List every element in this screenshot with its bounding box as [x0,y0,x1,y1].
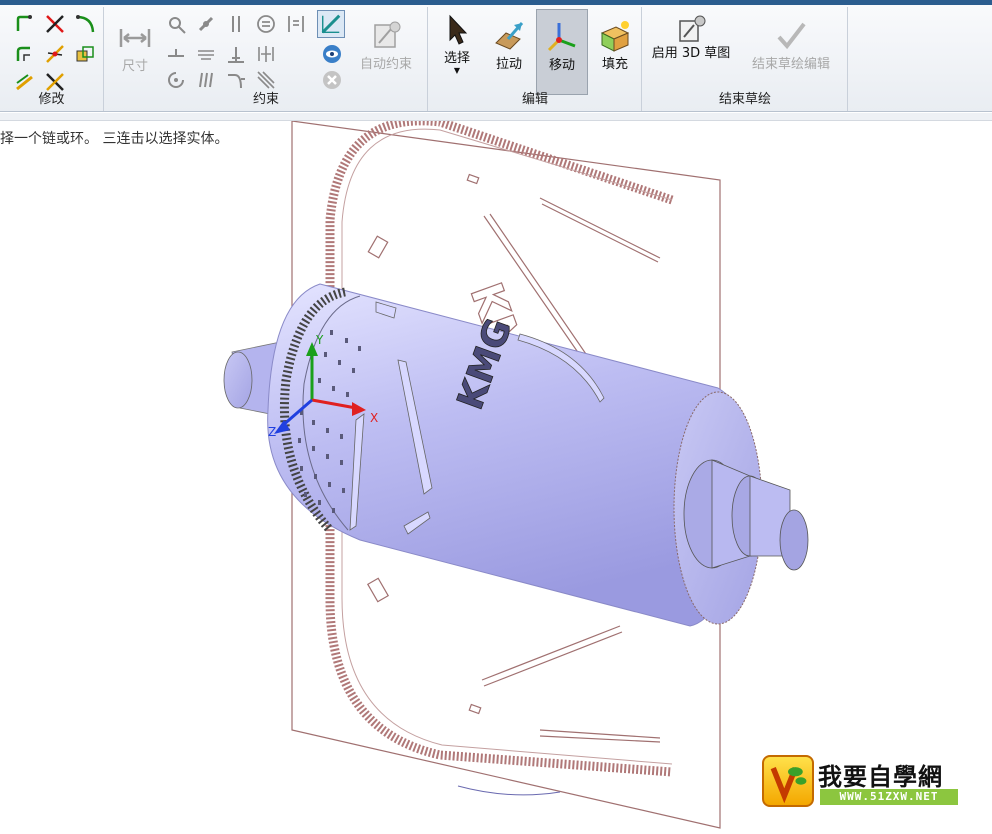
finish-sketch-edit-label: 结束草绘编辑 [751,57,830,72]
midpoint-icon[interactable] [165,43,187,65]
group-label-constraint: 约束 [252,92,279,107]
auto-constraint-label: 自动约束 [359,57,412,72]
axis-z-label: Z [268,425,276,439]
status-hint: 择一个链或环。 三连击以选择实体。 [0,131,229,147]
horizontal-icon[interactable] [195,43,217,65]
move-triad-icon [545,20,579,54]
auto-constraint-button[interactable]: 自动约束 [353,19,419,72]
group-modify: 修改 [0,7,104,111]
split-point-icon[interactable] [44,43,66,65]
tangent-icon[interactable] [165,13,187,35]
pull-button[interactable]: 拉动 [485,19,533,72]
dimension-label: 尺寸 [121,59,148,74]
ribbon: 修改 尺寸 自动约束 约束 选择 ▼ 拉动 移动 填充 编辑 启用 3D 草图 … [0,5,992,112]
parallel-icon[interactable] [225,13,247,35]
move-label: 移动 [548,58,575,73]
trim-icon[interactable] [14,13,36,35]
select-label: 选择 [443,51,470,66]
symmetric-icon[interactable] [255,43,277,65]
visibility-eye-icon[interactable] [321,43,343,65]
finish-sketch-edit-button[interactable]: 结束草绘编辑 [741,19,841,72]
watermark-url: WWW.51ZXW.NET [820,789,958,805]
axis-y-label: Y [315,333,324,347]
design-viewport[interactable]: KMG X Y Z [0,116,992,830]
equal-icon[interactable] [255,13,277,35]
logo-badge-icon [762,755,814,807]
offset-curve-icon[interactable] [14,43,36,65]
axis-x-label: X [370,411,378,425]
watermark-title: 我要自學網 [818,763,943,791]
coincident-icon[interactable] [195,13,217,35]
move-sketch-icon[interactable] [74,43,96,65]
group-label-modify: 修改 [38,92,65,107]
auto-constraint-icon [369,19,403,53]
select-dropdown-icon[interactable]: ▼ [433,66,481,76]
dimension-button[interactable]: 尺寸 [111,21,159,74]
fill-button[interactable]: 填充 [591,19,639,72]
enable-3d-sketch-button[interactable]: 启用 3D 草图 [649,13,733,60]
model-canvas[interactable]: KMG X Y Z [0,116,992,830]
group-constraint: 尺寸 自动约束 约束 [105,7,428,111]
show-constraints-icon[interactable] [317,10,345,38]
group-edit: 选择 ▼ 拉动 移动 填充 编辑 [429,7,642,111]
watermark-logo: 我要自學網 WWW.51ZXW.NET [762,755,960,807]
move-button[interactable]: 移动 [536,9,588,95]
checkmark-icon [774,19,808,53]
group-finish-sketch: 启用 3D 草图 结束草绘编辑 结束草绘 [643,7,848,111]
ribbon-shadow [0,113,992,121]
enable-3d-sketch-label: 启用 3D 草图 [651,46,731,61]
select-arrow-icon [440,13,474,47]
pull-label: 拉动 [495,57,522,72]
right-shaft[interactable] [683,459,809,571]
select-button[interactable]: 选择 ▼ [433,13,481,93]
vertical-icon[interactable] [285,13,307,35]
fill-label: 填充 [601,57,628,72]
pull-icon [492,19,526,53]
dimension-icon [118,21,152,55]
group-label-finish-sketch: 结束草绘 [718,92,771,107]
group-label-edit: 编辑 [521,92,548,107]
fill-icon [598,19,632,53]
arc-icon[interactable] [74,13,96,35]
3d-sketch-icon [674,13,708,47]
perpendicular-icon[interactable] [225,43,247,65]
cross-split-icon[interactable] [44,13,66,35]
